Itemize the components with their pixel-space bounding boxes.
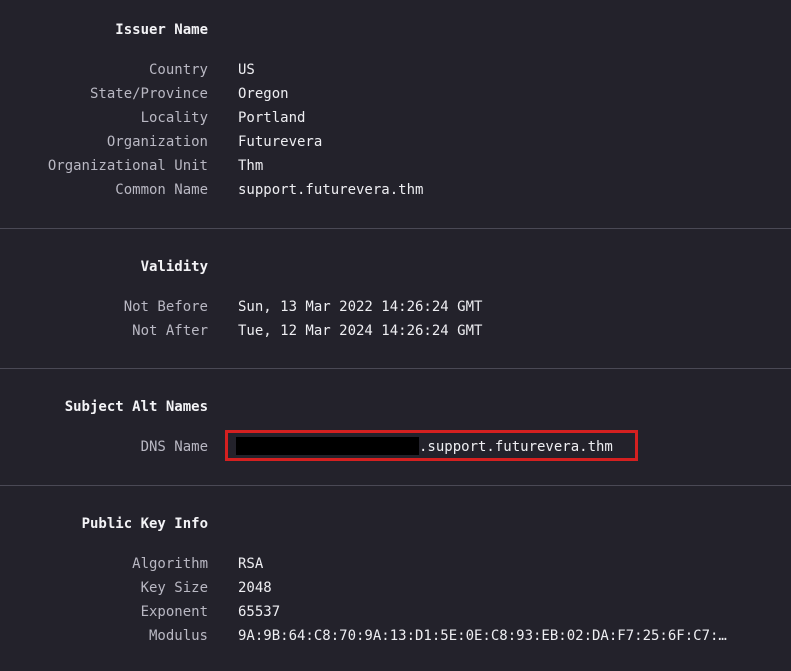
country-value: US xyxy=(238,62,255,78)
locality-value: Portland xyxy=(238,110,306,126)
validity-section: Validity Not Before Sun, 13 Mar 2022 14:… xyxy=(0,229,791,369)
org-unit-label: Organizational Unit xyxy=(47,158,208,174)
organization-label: Organization xyxy=(106,134,208,150)
exponent-label: Exponent xyxy=(140,604,208,620)
org-unit-value: Thm xyxy=(238,158,264,174)
pk-row-key-size: Key Size 2048 xyxy=(0,578,791,598)
algorithm-label: Algorithm xyxy=(132,556,208,572)
validity-row-not-after: Not After Tue, 12 Mar 2024 14:26:24 GMT xyxy=(0,321,791,341)
issuer-name-section: Issuer Name Country US State/Province Or… xyxy=(0,0,791,229)
subject-alt-names-section: Subject Alt Names DNS Name .support.futu… xyxy=(0,369,791,486)
algorithm-value: RSA xyxy=(238,556,264,572)
validity-title: Validity xyxy=(140,259,208,275)
issuer-name-title: Issuer Name xyxy=(115,22,208,38)
key-size-label: Key Size xyxy=(140,580,208,596)
common-name-label: Common Name xyxy=(115,182,208,198)
state-label: State/Province xyxy=(89,86,208,102)
dns-name-value: .support.futurevera.thm xyxy=(419,439,613,455)
not-after-label: Not After xyxy=(132,323,208,339)
san-row-dns: DNS Name .support.futurevera.thm xyxy=(0,430,791,461)
public-key-info-title: Public Key Info xyxy=(81,516,208,532)
modulus-value: 9A:9B:64:C8:70:9A:13:D1:5E:0E:C8:93:EB:0… xyxy=(238,628,727,644)
not-before-label: Not Before xyxy=(123,299,208,315)
issuer-row-org-unit: Organizational Unit Thm xyxy=(0,156,791,176)
modulus-label: Modulus xyxy=(148,628,208,644)
locality-label: Locality xyxy=(140,110,208,126)
not-before-value: Sun, 13 Mar 2022 14:26:24 GMT xyxy=(238,299,483,315)
pk-row-exponent: Exponent 65537 xyxy=(0,602,791,622)
organization-value: Futurevera xyxy=(238,134,323,150)
issuer-row-common-name: Common Name support.futurevera.thm xyxy=(0,180,791,200)
key-size-value: 2048 xyxy=(238,580,272,596)
state-value: Oregon xyxy=(238,86,289,102)
country-label: Country xyxy=(148,62,208,78)
issuer-row-locality: Locality Portland xyxy=(0,108,791,128)
common-name-value: support.futurevera.thm xyxy=(238,182,424,198)
issuer-row-country: Country US xyxy=(0,60,791,80)
pk-row-modulus: Modulus 9A:9B:64:C8:70:9A:13:D1:5E:0E:C8… xyxy=(0,626,791,646)
dns-name-label: DNS Name xyxy=(140,439,208,455)
dns-redaction-block xyxy=(236,437,419,455)
pk-row-algorithm: Algorithm RSA xyxy=(0,554,791,574)
issuer-row-organization: Organization Futurevera xyxy=(0,132,791,152)
subject-alt-names-title: Subject Alt Names xyxy=(64,399,208,415)
issuer-row-state: State/Province Oregon xyxy=(0,84,791,104)
exponent-value: 65537 xyxy=(238,604,281,620)
validity-row-not-before: Not Before Sun, 13 Mar 2022 14:26:24 GMT xyxy=(0,297,791,317)
public-key-info-section: Public Key Info Algorithm RSA Key Size 2… xyxy=(0,486,791,671)
not-after-value: Tue, 12 Mar 2024 14:26:24 GMT xyxy=(238,323,483,339)
